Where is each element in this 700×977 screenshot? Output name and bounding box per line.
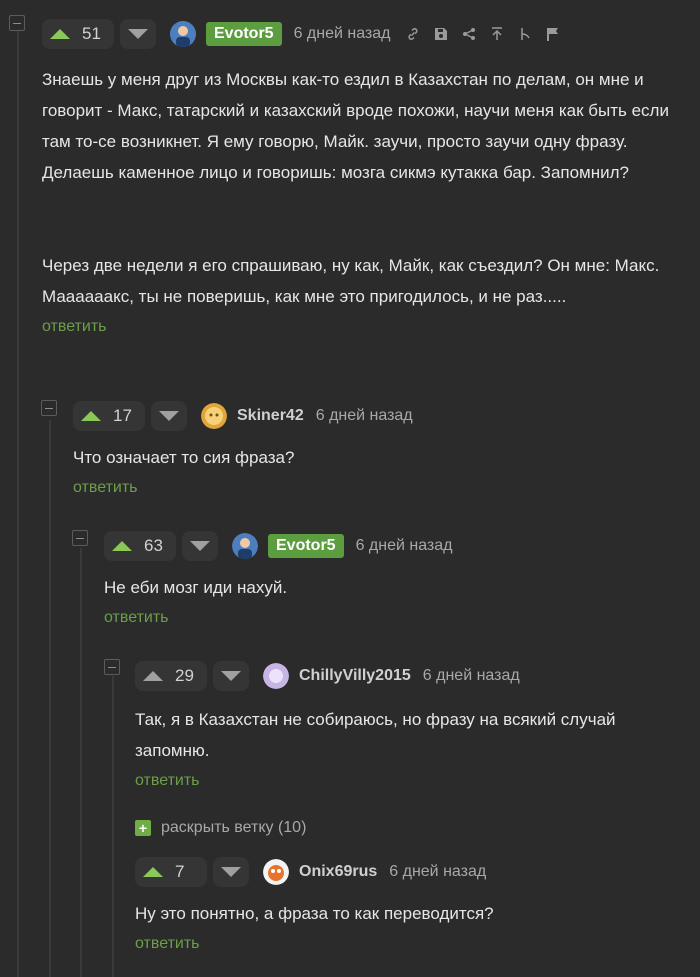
comment: 63 Evotor5 6 дней назад Не еби мозг иди … bbox=[104, 530, 684, 627]
collapse-thread-button[interactable] bbox=[72, 530, 88, 546]
down-arrow-icon bbox=[128, 29, 148, 39]
author-name[interactable]: Skiner42 bbox=[237, 407, 304, 425]
up-arrow-icon bbox=[143, 867, 163, 877]
comment-text: Через две недели я его спрашиваю, ну как… bbox=[42, 256, 660, 306]
expand-branch-button[interactable]: + раскрыть ветку (10) bbox=[135, 819, 306, 837]
down-arrow-icon bbox=[221, 671, 241, 681]
comment-text: Ну это понятно, а фраза то как переводит… bbox=[135, 904, 494, 923]
link-icon[interactable] bbox=[405, 26, 421, 42]
thread-line[interactable] bbox=[49, 420, 51, 977]
comment-text: Знаешь у меня друг из Москвы как-то езди… bbox=[42, 70, 669, 182]
upvote-button[interactable]: 17 bbox=[73, 401, 145, 431]
avatar[interactable] bbox=[232, 533, 258, 559]
rating: 63 bbox=[104, 531, 218, 561]
author-name[interactable]: Onix69rus bbox=[299, 863, 377, 881]
downvote-button[interactable] bbox=[213, 857, 249, 887]
reply-link[interactable]: ответить bbox=[42, 318, 692, 336]
up-arrow-icon bbox=[112, 541, 132, 551]
reply-link[interactable]: ответить bbox=[73, 479, 673, 497]
timestamp[interactable]: 6 дней назад bbox=[389, 863, 486, 881]
rating: 51 bbox=[42, 19, 156, 49]
comment-header: 63 Evotor5 6 дней назад bbox=[104, 530, 684, 562]
collapse-thread-button[interactable] bbox=[41, 400, 57, 416]
save-icon[interactable] bbox=[433, 26, 449, 42]
avatar[interactable] bbox=[201, 403, 227, 429]
downvote-button[interactable] bbox=[213, 661, 249, 691]
reply-link[interactable]: ответить bbox=[135, 935, 680, 953]
flag-icon[interactable] bbox=[545, 26, 561, 42]
author-name[interactable]: Evotor5 bbox=[268, 534, 344, 558]
vote-count: 17 bbox=[113, 406, 132, 425]
timestamp[interactable]: 6 дней назад bbox=[294, 25, 391, 43]
timestamp[interactable]: 6 дней назад bbox=[316, 407, 413, 425]
up-arrow-icon bbox=[81, 411, 101, 421]
up-arrow-icon bbox=[50, 29, 70, 39]
avatar[interactable] bbox=[263, 859, 289, 885]
vote-count: 51 bbox=[82, 24, 101, 43]
author-name[interactable]: ChillyVilly2015 bbox=[299, 667, 411, 685]
downvote-button[interactable] bbox=[120, 19, 156, 49]
down-arrow-icon bbox=[221, 867, 241, 877]
upvote-button[interactable]: 63 bbox=[104, 531, 176, 561]
downvote-button[interactable] bbox=[151, 401, 187, 431]
rating: 17 bbox=[73, 401, 187, 431]
comment-header: 7 Onix69rus 6 дней назад bbox=[135, 856, 680, 888]
vote-count: 7 bbox=[175, 862, 185, 881]
thread-line[interactable] bbox=[80, 548, 82, 977]
vote-count: 63 bbox=[144, 536, 163, 555]
up-arrow-icon bbox=[143, 671, 163, 681]
down-arrow-icon bbox=[159, 411, 179, 421]
rating: 29 bbox=[135, 661, 249, 691]
comment-text: Что означает то сия фраза? bbox=[73, 448, 295, 467]
reply-link[interactable]: ответить bbox=[104, 609, 684, 627]
plus-icon: + bbox=[135, 820, 151, 836]
comment: 51 Evotor5 6 дней назад Знаешь у меня др… bbox=[42, 18, 692, 336]
author-name[interactable]: Evotor5 bbox=[206, 22, 282, 46]
comment-actions bbox=[405, 26, 561, 42]
timestamp[interactable]: 6 дней назад bbox=[423, 667, 520, 685]
comment-text: Не еби мозг иди нахуй. bbox=[104, 578, 288, 597]
rating: 7 bbox=[135, 857, 249, 887]
branch-icon[interactable] bbox=[517, 26, 533, 42]
comment-header: 29 ChillyVilly2015 6 дней назад bbox=[135, 660, 680, 692]
comment: 17 Skiner42 6 дней назад Что означает то… bbox=[73, 400, 673, 497]
scroll-top-icon[interactable] bbox=[489, 26, 505, 42]
collapse-thread-button[interactable] bbox=[9, 15, 25, 31]
upvote-button[interactable]: 7 bbox=[135, 857, 207, 887]
reply-link[interactable]: ответить bbox=[135, 772, 680, 790]
timestamp[interactable]: 6 дней назад bbox=[356, 537, 453, 555]
expand-branch-label: раскрыть ветку (10) bbox=[161, 819, 307, 836]
comment: 7 Onix69rus 6 дней назад Ну это понятно,… bbox=[135, 856, 680, 953]
vote-count: 29 bbox=[175, 666, 194, 685]
upvote-button[interactable]: 29 bbox=[135, 661, 207, 691]
share-icon[interactable] bbox=[461, 26, 477, 42]
avatar[interactable] bbox=[170, 21, 196, 47]
thread-line[interactable] bbox=[112, 676, 114, 977]
comment: 29 ChillyVilly2015 6 дней назад Так, я в… bbox=[135, 660, 680, 790]
comment-header: 17 Skiner42 6 дней назад bbox=[73, 400, 673, 432]
thread-line[interactable] bbox=[17, 30, 19, 977]
downvote-button[interactable] bbox=[182, 531, 218, 561]
comment-text: Так, я в Казахстан не собираюсь, но фраз… bbox=[135, 710, 616, 760]
upvote-button[interactable]: 51 bbox=[42, 19, 114, 49]
down-arrow-icon bbox=[190, 541, 210, 551]
collapse-thread-button[interactable] bbox=[104, 659, 120, 675]
comment-header: 51 Evotor5 6 дней назад bbox=[42, 18, 692, 50]
avatar[interactable] bbox=[263, 663, 289, 689]
